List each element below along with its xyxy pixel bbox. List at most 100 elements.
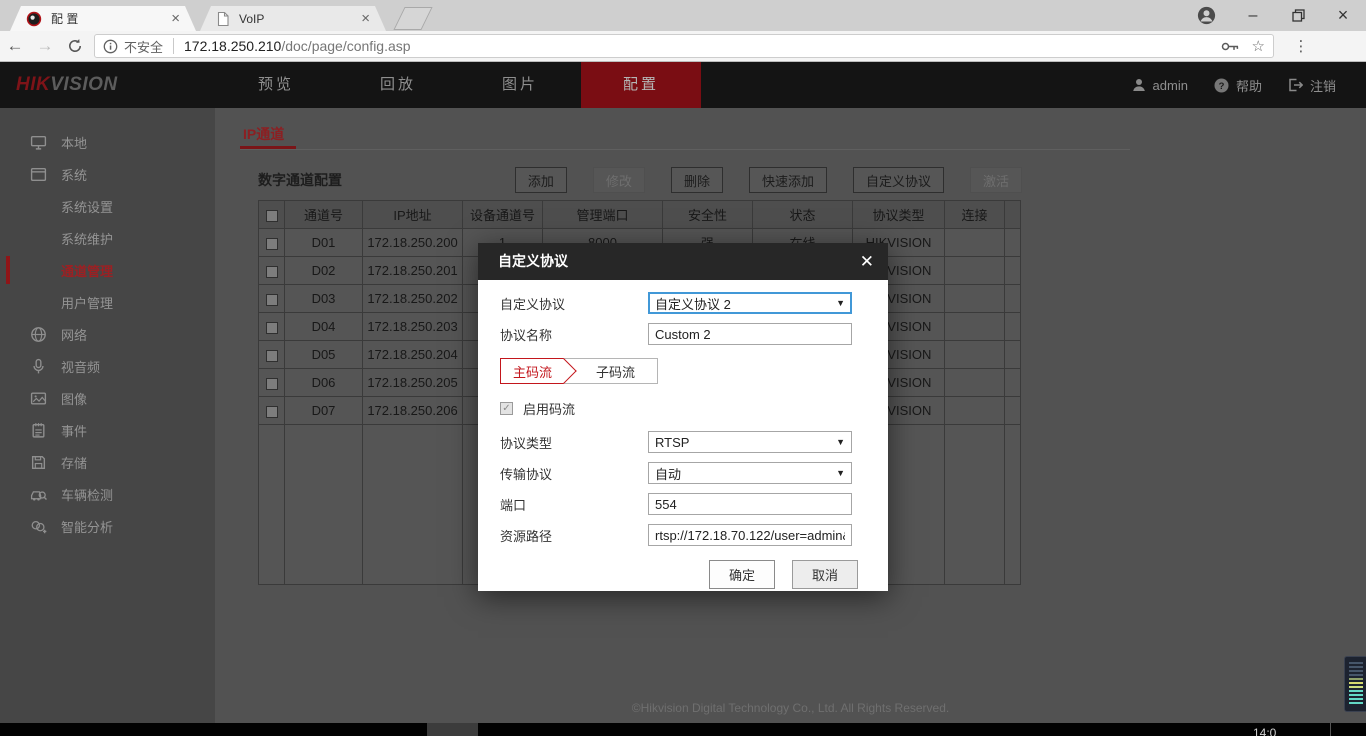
url-host[interactable]: 172.18.250.210 [184, 38, 281, 54]
protocol-name-input[interactable] [648, 323, 852, 345]
enable-stream-checkbox[interactable]: ✓ [500, 402, 513, 415]
bookmark-star-icon[interactable]: ☆ [1252, 37, 1265, 55]
cancel-button[interactable]: 取消 [792, 560, 858, 589]
info-icon[interactable] [103, 39, 118, 54]
sidebar-item-用户管理[interactable]: 用户管理 [0, 286, 215, 318]
quick-add-button[interactable]: 快速添加 [749, 167, 827, 193]
empty-cell [1005, 425, 1021, 585]
sidebar-item-图像[interactable]: 图像 [0, 382, 215, 414]
sidebar-item-车辆检测[interactable]: 车辆检测 [0, 478, 215, 510]
resource-path-input[interactable] [648, 524, 852, 546]
url-bar[interactable]: 不安全 172.18.250.210 /doc/page/config.asp … [94, 34, 1274, 58]
help-icon: ? [1214, 78, 1229, 93]
row-checkbox[interactable] [266, 266, 278, 278]
taskbar-separator [1330, 723, 1331, 736]
nav-logout[interactable]: 注销 [1288, 76, 1336, 95]
sidebar-item-本地[interactable]: 本地 [0, 126, 215, 158]
forward-button[interactable]: → [30, 36, 60, 56]
add-button[interactable]: 添加 [515, 167, 567, 193]
cell-channel: D05 [285, 341, 363, 369]
key-icon[interactable] [1221, 40, 1240, 53]
tray-meter-widget[interactable] [1344, 656, 1366, 712]
row-checkbox[interactable] [266, 378, 278, 390]
row-checkbox[interactable] [266, 350, 278, 362]
nav-help[interactable]: ? 帮助 [1214, 76, 1262, 95]
taskbar-app-button[interactable] [427, 723, 478, 736]
row-checkbox[interactable] [266, 406, 278, 418]
browser-tabstrip: 配 置 × VoIP × – × [0, 0, 1366, 31]
security-label[interactable]: 不安全 [124, 37, 163, 56]
url-path[interactable]: /doc/page/config.asp [281, 38, 410, 54]
globe-icon [30, 326, 47, 343]
row-checkbox[interactable] [266, 294, 278, 306]
page-favicon-icon [216, 11, 230, 27]
sidebar-item-系统维护[interactable]: 系统维护 [0, 222, 215, 254]
browser-profile-icon[interactable] [1192, 0, 1220, 31]
top-navbar: HIKVISION 预览回放图片配置 admin ? 帮助 [0, 62, 1366, 108]
sidebar-item-事件[interactable]: 事件 [0, 414, 215, 446]
modify-button[interactable]: 修改 [593, 167, 645, 193]
tab-main-stream[interactable]: 主码流 [500, 358, 564, 384]
nav-item-图片[interactable]: 图片 [459, 62, 581, 108]
transfer-protocol-select[interactable]: 自动 ▼ [648, 462, 852, 484]
cell-gutter [1005, 369, 1021, 397]
row-checkbox[interactable] [266, 238, 278, 250]
resource-path-label: 资源路径 [500, 526, 648, 545]
protocol-type-select[interactable]: RTSP ▼ [648, 431, 852, 453]
column-header: 安全性 [663, 201, 753, 229]
sidebar-item-label: 事件 [61, 421, 87, 440]
delete-button[interactable]: 删除 [671, 167, 723, 193]
cell-ip: 172.18.250.200 [363, 229, 463, 257]
hikvision-logo: HIKVISION [16, 62, 118, 108]
custom-protocol-button[interactable]: 自定义协议 [853, 167, 944, 193]
cell-gutter [1005, 285, 1021, 313]
custom-protocol-select[interactable]: 自定义协议 2 ▼ [648, 292, 852, 314]
sidebar-item-通道管理[interactable]: 通道管理 [0, 254, 215, 286]
nav-item-回放[interactable]: 回放 [337, 62, 459, 108]
tab-ip-channel[interactable]: IP通道 [243, 124, 284, 144]
window-minimize-button[interactable]: – [1238, 0, 1268, 31]
browser-tab-config[interactable]: 配 置 × [10, 6, 196, 31]
sidebar-item-视音频[interactable]: 视音频 [0, 350, 215, 382]
column-header: 状态 [753, 201, 853, 229]
tab-rule [240, 149, 1130, 150]
sidebar-item-存储[interactable]: 存储 [0, 446, 215, 478]
browser-tab-voip[interactable]: VoIP × [200, 6, 386, 31]
dialog-close-icon[interactable]: ✕ [860, 243, 874, 280]
os-taskbar[interactable]: 14:0 [0, 723, 1366, 736]
window-restore-button[interactable] [1283, 0, 1313, 31]
web-page: HIKVISION 预览回放图片配置 admin ? 帮助 [0, 62, 1366, 723]
nav-item-预览[interactable]: 预览 [215, 62, 337, 108]
storage-icon [30, 454, 47, 471]
nav-user[interactable]: admin [1132, 78, 1188, 93]
sidebar-item-label: 车辆检测 [61, 485, 113, 504]
back-button[interactable]: ← [0, 36, 30, 56]
reload-button[interactable] [60, 38, 90, 54]
browser-menu-icon[interactable]: ⋮ [1288, 37, 1314, 55]
copyright-footer: ©Hikvision Digital Technology Co., Ltd. … [215, 701, 1366, 715]
sidebar-item-系统[interactable]: 系统 [0, 158, 215, 190]
sidebar-item-label: 系统设置 [61, 197, 113, 216]
table-header-row: 通道号IP地址设备通道号管理端口安全性状态协议类型连接 [259, 201, 1021, 229]
port-input[interactable] [648, 493, 852, 515]
new-tab-button[interactable] [393, 7, 432, 30]
select-all-checkbox[interactable] [266, 210, 278, 222]
tab-sub-stream[interactable]: 子码流 [564, 358, 658, 384]
sidebar-item-label: 系统维护 [61, 229, 113, 248]
sidebar-item-系统设置[interactable]: 系统设置 [0, 190, 215, 222]
cell-gutter [1005, 397, 1021, 425]
nav-menu: 预览回放图片配置 [215, 62, 701, 108]
tab-close-icon[interactable]: × [361, 10, 370, 27]
row-checkbox[interactable] [266, 322, 278, 334]
sidebar-item-label: 视音频 [61, 357, 100, 376]
user-icon [1132, 78, 1146, 92]
sidebar-item-智能分析[interactable]: 智能分析 [0, 510, 215, 542]
sidebar-item-网络[interactable]: 网络 [0, 318, 215, 350]
svg-text:?: ? [1219, 81, 1225, 92]
ok-button[interactable]: 确定 [709, 560, 775, 589]
monitor-icon [30, 134, 47, 151]
nav-item-配置[interactable]: 配置 [581, 62, 701, 108]
activate-button[interactable]: 激活 [970, 167, 1022, 193]
tab-close-icon[interactable]: × [171, 10, 180, 27]
window-close-button[interactable]: × [1328, 0, 1358, 31]
